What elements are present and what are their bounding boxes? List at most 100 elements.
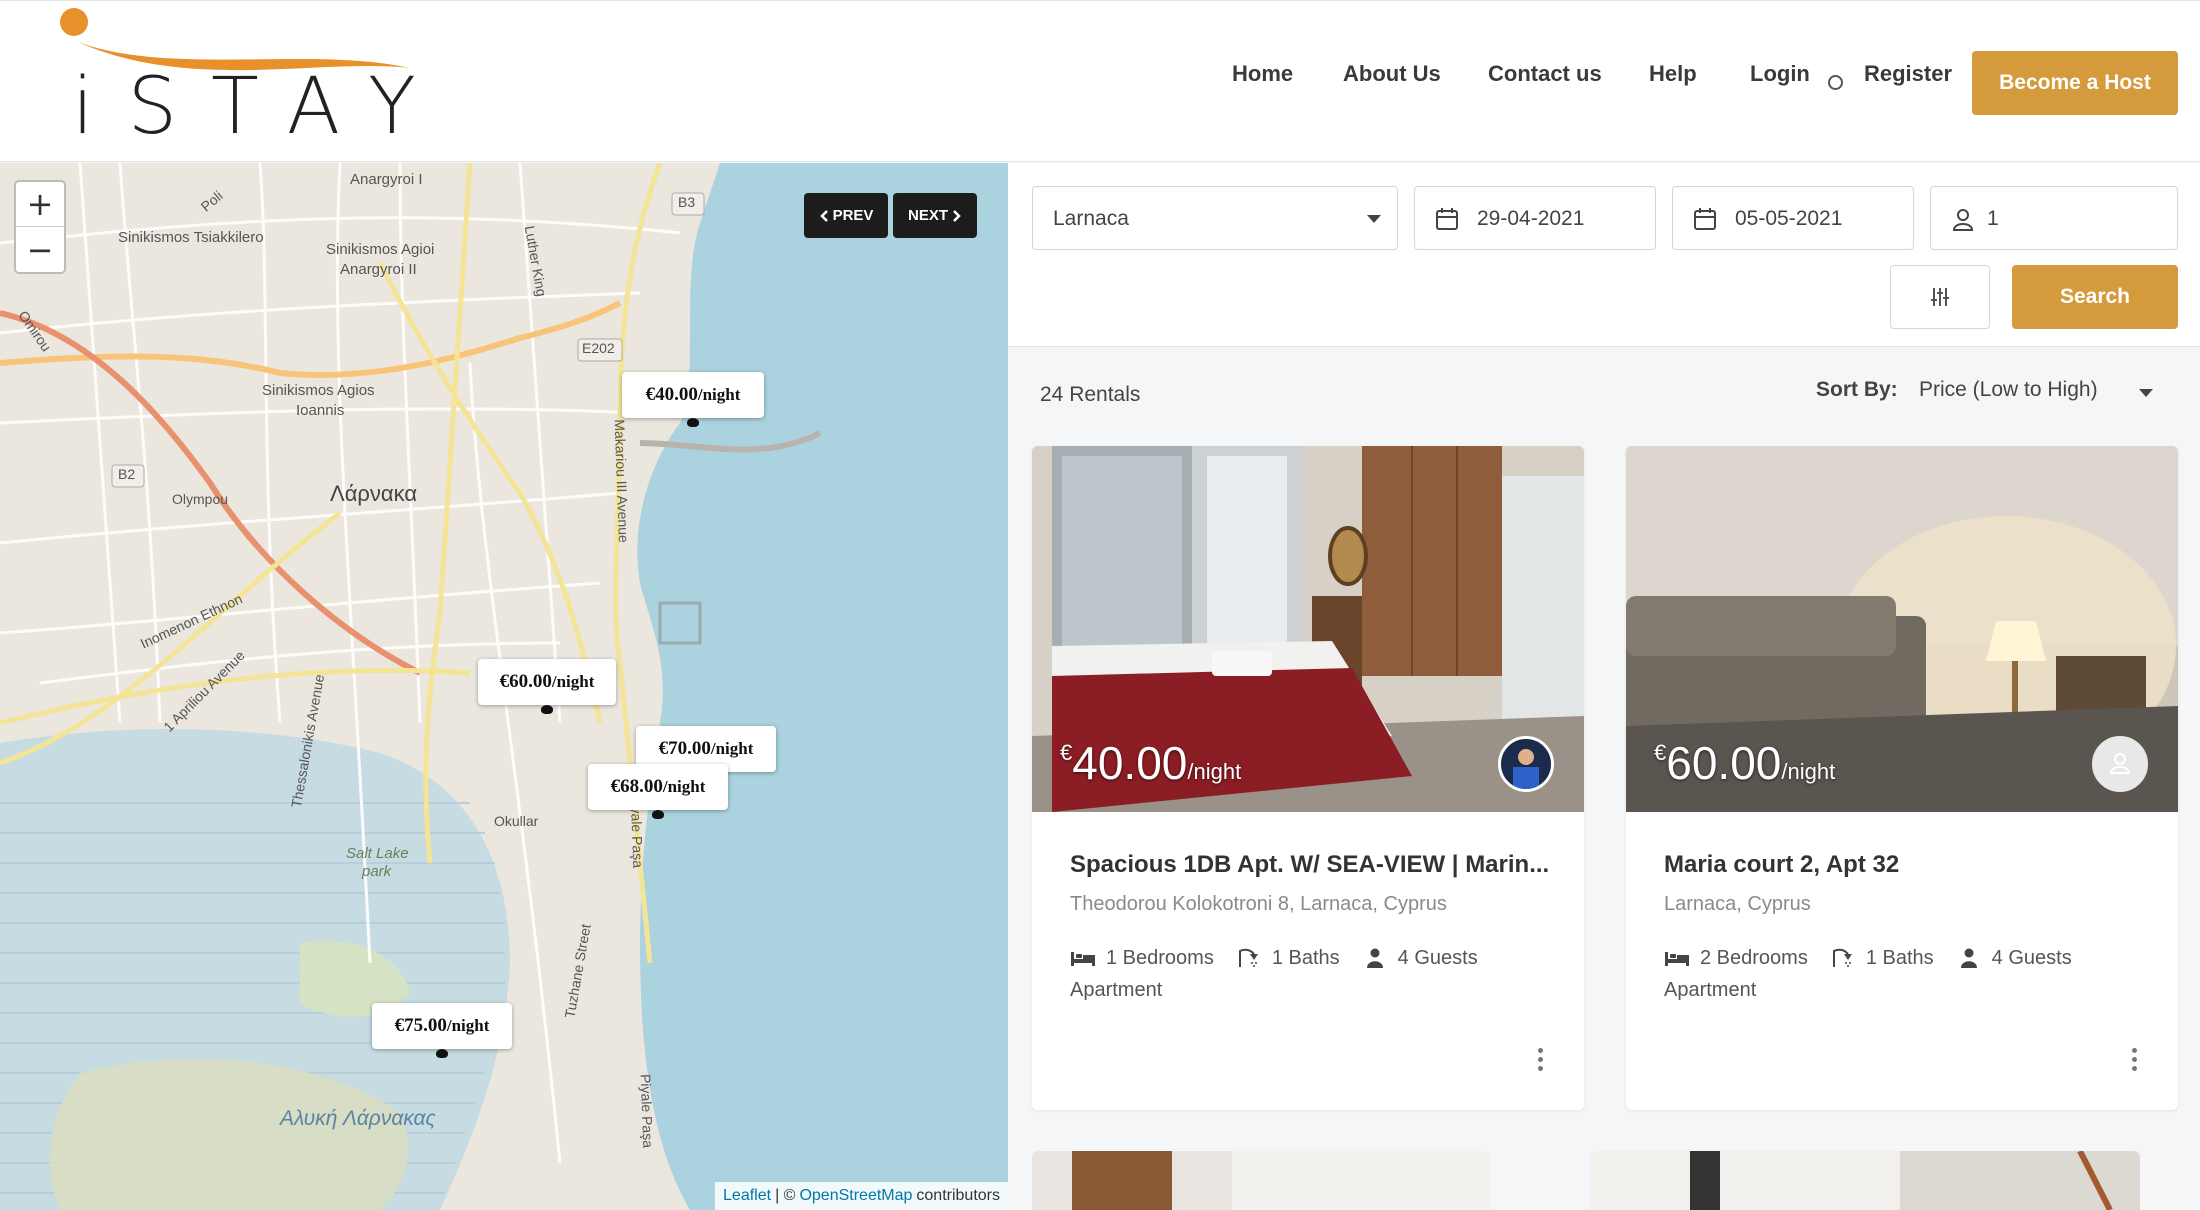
- logo-wordmark: iSTAY: [72, 62, 450, 152]
- map-attribution: Leaflet | © OpenStreetMap contributors: [715, 1182, 1008, 1210]
- map-label-agioi-anargyroi: Sinikismos Agioi: [326, 241, 435, 258]
- price-amount: 40.00: [1072, 737, 1188, 789]
- guests-count: 4 Guests: [1991, 946, 2072, 969]
- price-marker-68[interactable]: €68.00/night: [588, 764, 728, 819]
- price-per: /night: [1187, 759, 1242, 784]
- more-options-icon[interactable]: [1530, 1046, 1550, 1074]
- rental-price: €40.00/night: [1060, 736, 1241, 790]
- marker-price: €68.00: [610, 776, 663, 797]
- marker-unit: /night: [697, 385, 741, 404]
- nav-contact-us[interactable]: Contact us: [1488, 61, 1602, 87]
- next-button[interactable]: NEXT: [893, 193, 977, 238]
- guests-field[interactable]: 1: [1930, 186, 2178, 250]
- results-panel: Larnaca 29-04-2021 05-05-2021 1 Search 2…: [1008, 163, 2200, 1210]
- checkout-date-field[interactable]: 05-05-2021: [1672, 186, 1914, 250]
- map-label-salt-lake: Salt Lake: [346, 845, 409, 862]
- price-amount: 60.00: [1666, 737, 1782, 789]
- price-marker-40[interactable]: €40.00/night: [622, 372, 764, 427]
- nav-about-us[interactable]: About Us: [1343, 61, 1441, 87]
- baths-count: 1 Baths: [1865, 946, 1934, 969]
- nav-help[interactable]: Help: [1649, 61, 1697, 87]
- rental-card[interactable]: €40.00/night Spacious 1DB Apt. W/ SEA-VI…: [1032, 446, 1584, 1110]
- search-bar: Larnaca 29-04-2021 05-05-2021 1 Search: [1008, 163, 2200, 347]
- map-label-park: park: [362, 863, 392, 880]
- map-label-piyale-2: Piyale Paşa: [637, 1073, 657, 1149]
- host-avatar-image: [1501, 739, 1551, 789]
- map-label-agios-ioannis: Sinikismos Agios: [262, 382, 375, 399]
- chevron-right-icon: [953, 209, 961, 222]
- rental-type: Apartment: [1070, 979, 1163, 1001]
- rental-card[interactable]: €60.00/night Maria court 2, Apt 32 Larna…: [1626, 446, 2178, 1110]
- rental-photo-peek: [1032, 1151, 1490, 1210]
- rental-price: €60.00/night: [1654, 736, 1835, 790]
- sort-dropdown[interactable]: Price (Low to High): [1919, 378, 2098, 402]
- guests-value: 1: [1987, 207, 1999, 230]
- marker-price: €60.00: [499, 671, 552, 692]
- nav-login[interactable]: Login: [1750, 61, 1810, 87]
- sort-caret-down-icon[interactable]: [2139, 389, 2153, 397]
- price-per: /night: [1781, 759, 1836, 784]
- chevron-left-icon: [819, 209, 828, 222]
- road-b3-badge: B3: [678, 194, 696, 210]
- shower-icon: [1832, 948, 1852, 967]
- map-label-agioi-anargyroi-2: Anargyroi II: [340, 261, 417, 278]
- location-value: Larnaca: [1053, 207, 1129, 230]
- leaflet-link[interactable]: Leaflet: [723, 1187, 771, 1205]
- user-placeholder-icon: [2109, 753, 2131, 774]
- marker-unit: /night: [551, 672, 595, 691]
- zoom-control: + −: [14, 180, 66, 274]
- search-button[interactable]: Search: [2012, 265, 2178, 329]
- rental-type: Apartment: [1664, 979, 1757, 1001]
- user-icon: [1952, 209, 1974, 231]
- rental-address: Larnaca, Cyprus: [1664, 893, 1811, 915]
- map-label-alyki: Αλυκή Λάρνακας: [280, 1107, 436, 1130]
- rental-card-peek[interactable]: [1590, 1151, 2140, 1210]
- more-options-icon[interactable]: [2124, 1046, 2144, 1074]
- calendar-icon: [1436, 208, 1458, 230]
- price-marker-75[interactable]: €75.00/night: [372, 1003, 512, 1058]
- rental-title[interactable]: Spacious 1DB Apt. W/ SEA-VIEW | Marin...: [1070, 851, 1549, 879]
- bedrooms-count: 1 Bedrooms: [1106, 946, 1214, 969]
- marker-pin-icon: [687, 418, 699, 427]
- rental-card-peek[interactable]: [1032, 1151, 1490, 1210]
- location-select[interactable]: Larnaca: [1032, 186, 1398, 250]
- guest-user-icon: [1366, 948, 1383, 968]
- zoom-in-button[interactable]: +: [16, 182, 64, 227]
- attribution-separator: | ©: [775, 1187, 796, 1204]
- road-e202-badge: E202: [582, 340, 615, 356]
- osm-link[interactable]: OpenStreetMap: [799, 1187, 912, 1205]
- zoom-out-button[interactable]: −: [16, 227, 64, 272]
- next-label: NEXT: [907, 207, 948, 224]
- guest-user-icon: [1960, 948, 1977, 968]
- rentals-count: 24 Rentals: [1040, 383, 1141, 406]
- checkout-value: 05-05-2021: [1735, 207, 1843, 230]
- site-header: iSTAY Home About Us Contact us Help Logi…: [0, 0, 2200, 162]
- nav-home[interactable]: Home: [1232, 61, 1293, 87]
- nav-register[interactable]: Register: [1864, 61, 1952, 87]
- marker-price: €70.00: [658, 738, 711, 759]
- filters-button[interactable]: [1890, 265, 1990, 329]
- marker-pin-icon: [652, 810, 664, 819]
- host-avatar[interactable]: [1498, 736, 1554, 792]
- map-label-tsiakkilero: Sinikismos Tsiakkilero: [118, 229, 264, 246]
- host-avatar-placeholder[interactable]: [2092, 736, 2148, 792]
- road-b2-badge: B2: [118, 466, 136, 482]
- checkin-date-field[interactable]: 29-04-2021: [1414, 186, 1656, 250]
- caret-down-icon: [1367, 215, 1381, 223]
- istay-logo[interactable]: iSTAY: [50, 6, 420, 152]
- map-label-larnaka: Λάρνακα: [330, 481, 418, 506]
- shower-icon: [1238, 948, 1258, 967]
- map-label-okullar: Okullar: [494, 813, 539, 829]
- marker-unit: /night: [662, 777, 706, 796]
- rental-photo-peek: [1590, 1151, 2140, 1210]
- price-marker-60[interactable]: €60.00/night: [478, 659, 616, 714]
- map-label-anargyroi: Anargyroi I: [350, 171, 423, 188]
- guests-count: 4 Guests: [1397, 946, 1478, 969]
- rental-amenities: 2 Bedrooms 1 Baths 4 Guests: [1664, 944, 2094, 972]
- become-host-button[interactable]: Become a Host: [1972, 51, 2178, 115]
- rental-address: Theodorou Kolokotroni 8, Larnaca, Cyprus: [1070, 893, 1447, 915]
- map-panel[interactable]: Anargyroi I Sinikismos Tsiakkilero Sinik…: [0, 163, 1008, 1210]
- prev-button[interactable]: PREV: [804, 193, 888, 238]
- separator-circle-icon: [1828, 75, 1843, 90]
- rental-title[interactable]: Maria court 2, Apt 32: [1664, 851, 1899, 879]
